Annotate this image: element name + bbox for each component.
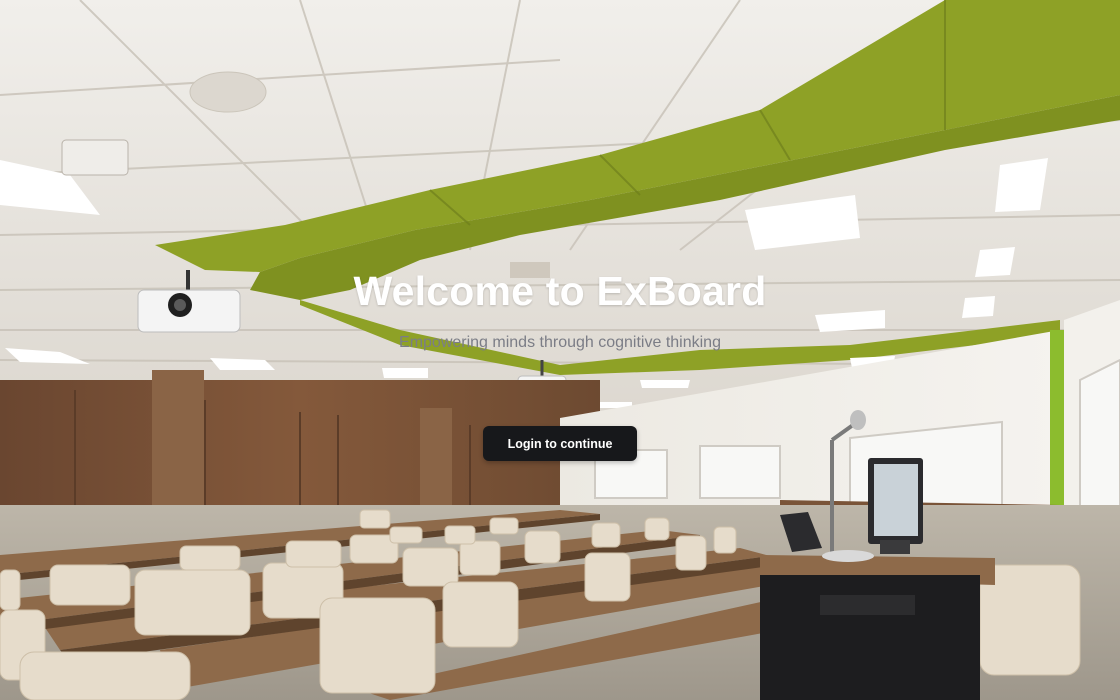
login-button[interactable]: Login to continue <box>483 426 637 461</box>
page-subtitle: Empowering minds through cognitive think… <box>399 334 721 351</box>
hero-section: Welcome to ExBoard Empowering minds thro… <box>0 265 1120 353</box>
page-title: Welcome to ExBoard <box>353 268 767 314</box>
